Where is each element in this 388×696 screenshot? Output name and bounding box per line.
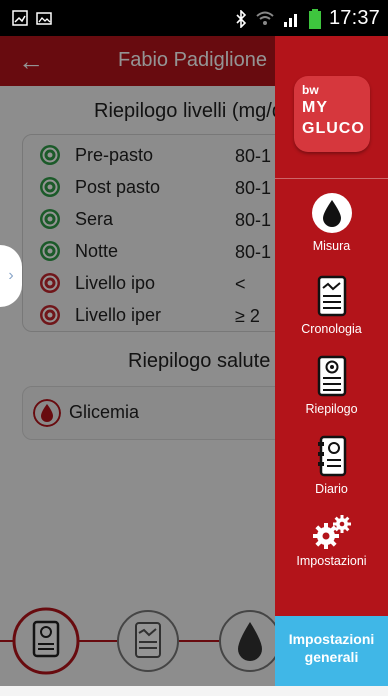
drawer-item-cronologia[interactable]: Cronologia [275, 274, 388, 336]
diary-icon [317, 435, 346, 477]
drawer-item-diario[interactable]: Diario [275, 434, 388, 496]
drawer-item-impostazioni[interactable]: Impostazioni [275, 514, 388, 568]
report-icon [317, 355, 346, 397]
general-settings-button[interactable]: Impostazioni generali [275, 616, 388, 686]
wifi-icon [256, 11, 274, 25]
bluetooth-icon [236, 9, 247, 28]
logo-gluco: GLUCO [302, 120, 365, 137]
drawer-divider [275, 178, 388, 179]
screenshot-icon [12, 10, 28, 26]
gallery-icon [36, 12, 52, 25]
document-icon [317, 275, 346, 317]
drawer-item-label: Impostazioni [296, 554, 367, 568]
gears-icon [312, 515, 351, 549]
side-drawer: bw MY GLUCO Misura Cronologia Riepilogo … [275, 36, 388, 686]
status-bar: 17:37 [0, 0, 388, 36]
status-time: 17:37 [328, 7, 380, 29]
drop-icon [311, 193, 352, 233]
status-right: 17:37 [235, 7, 380, 30]
drawer-item-label: Cronologia [301, 322, 362, 336]
drawer-item-label: Riepilogo [305, 402, 358, 416]
status-left [12, 10, 52, 26]
app-logo: bw MY GLUCO [294, 76, 370, 152]
drawer-item-riepilogo[interactable]: Riepilogo [275, 354, 388, 416]
drawer-item-label: Misura [312, 239, 351, 253]
logo-bw: bw [302, 83, 319, 97]
dim-overlay[interactable] [0, 36, 275, 686]
battery-icon [308, 8, 321, 29]
drawer-item-misura[interactable]: Misura [275, 191, 388, 253]
signal-icon [283, 13, 297, 27]
drawer-item-label: Diario [315, 482, 348, 496]
logo-my: MY [302, 99, 328, 116]
